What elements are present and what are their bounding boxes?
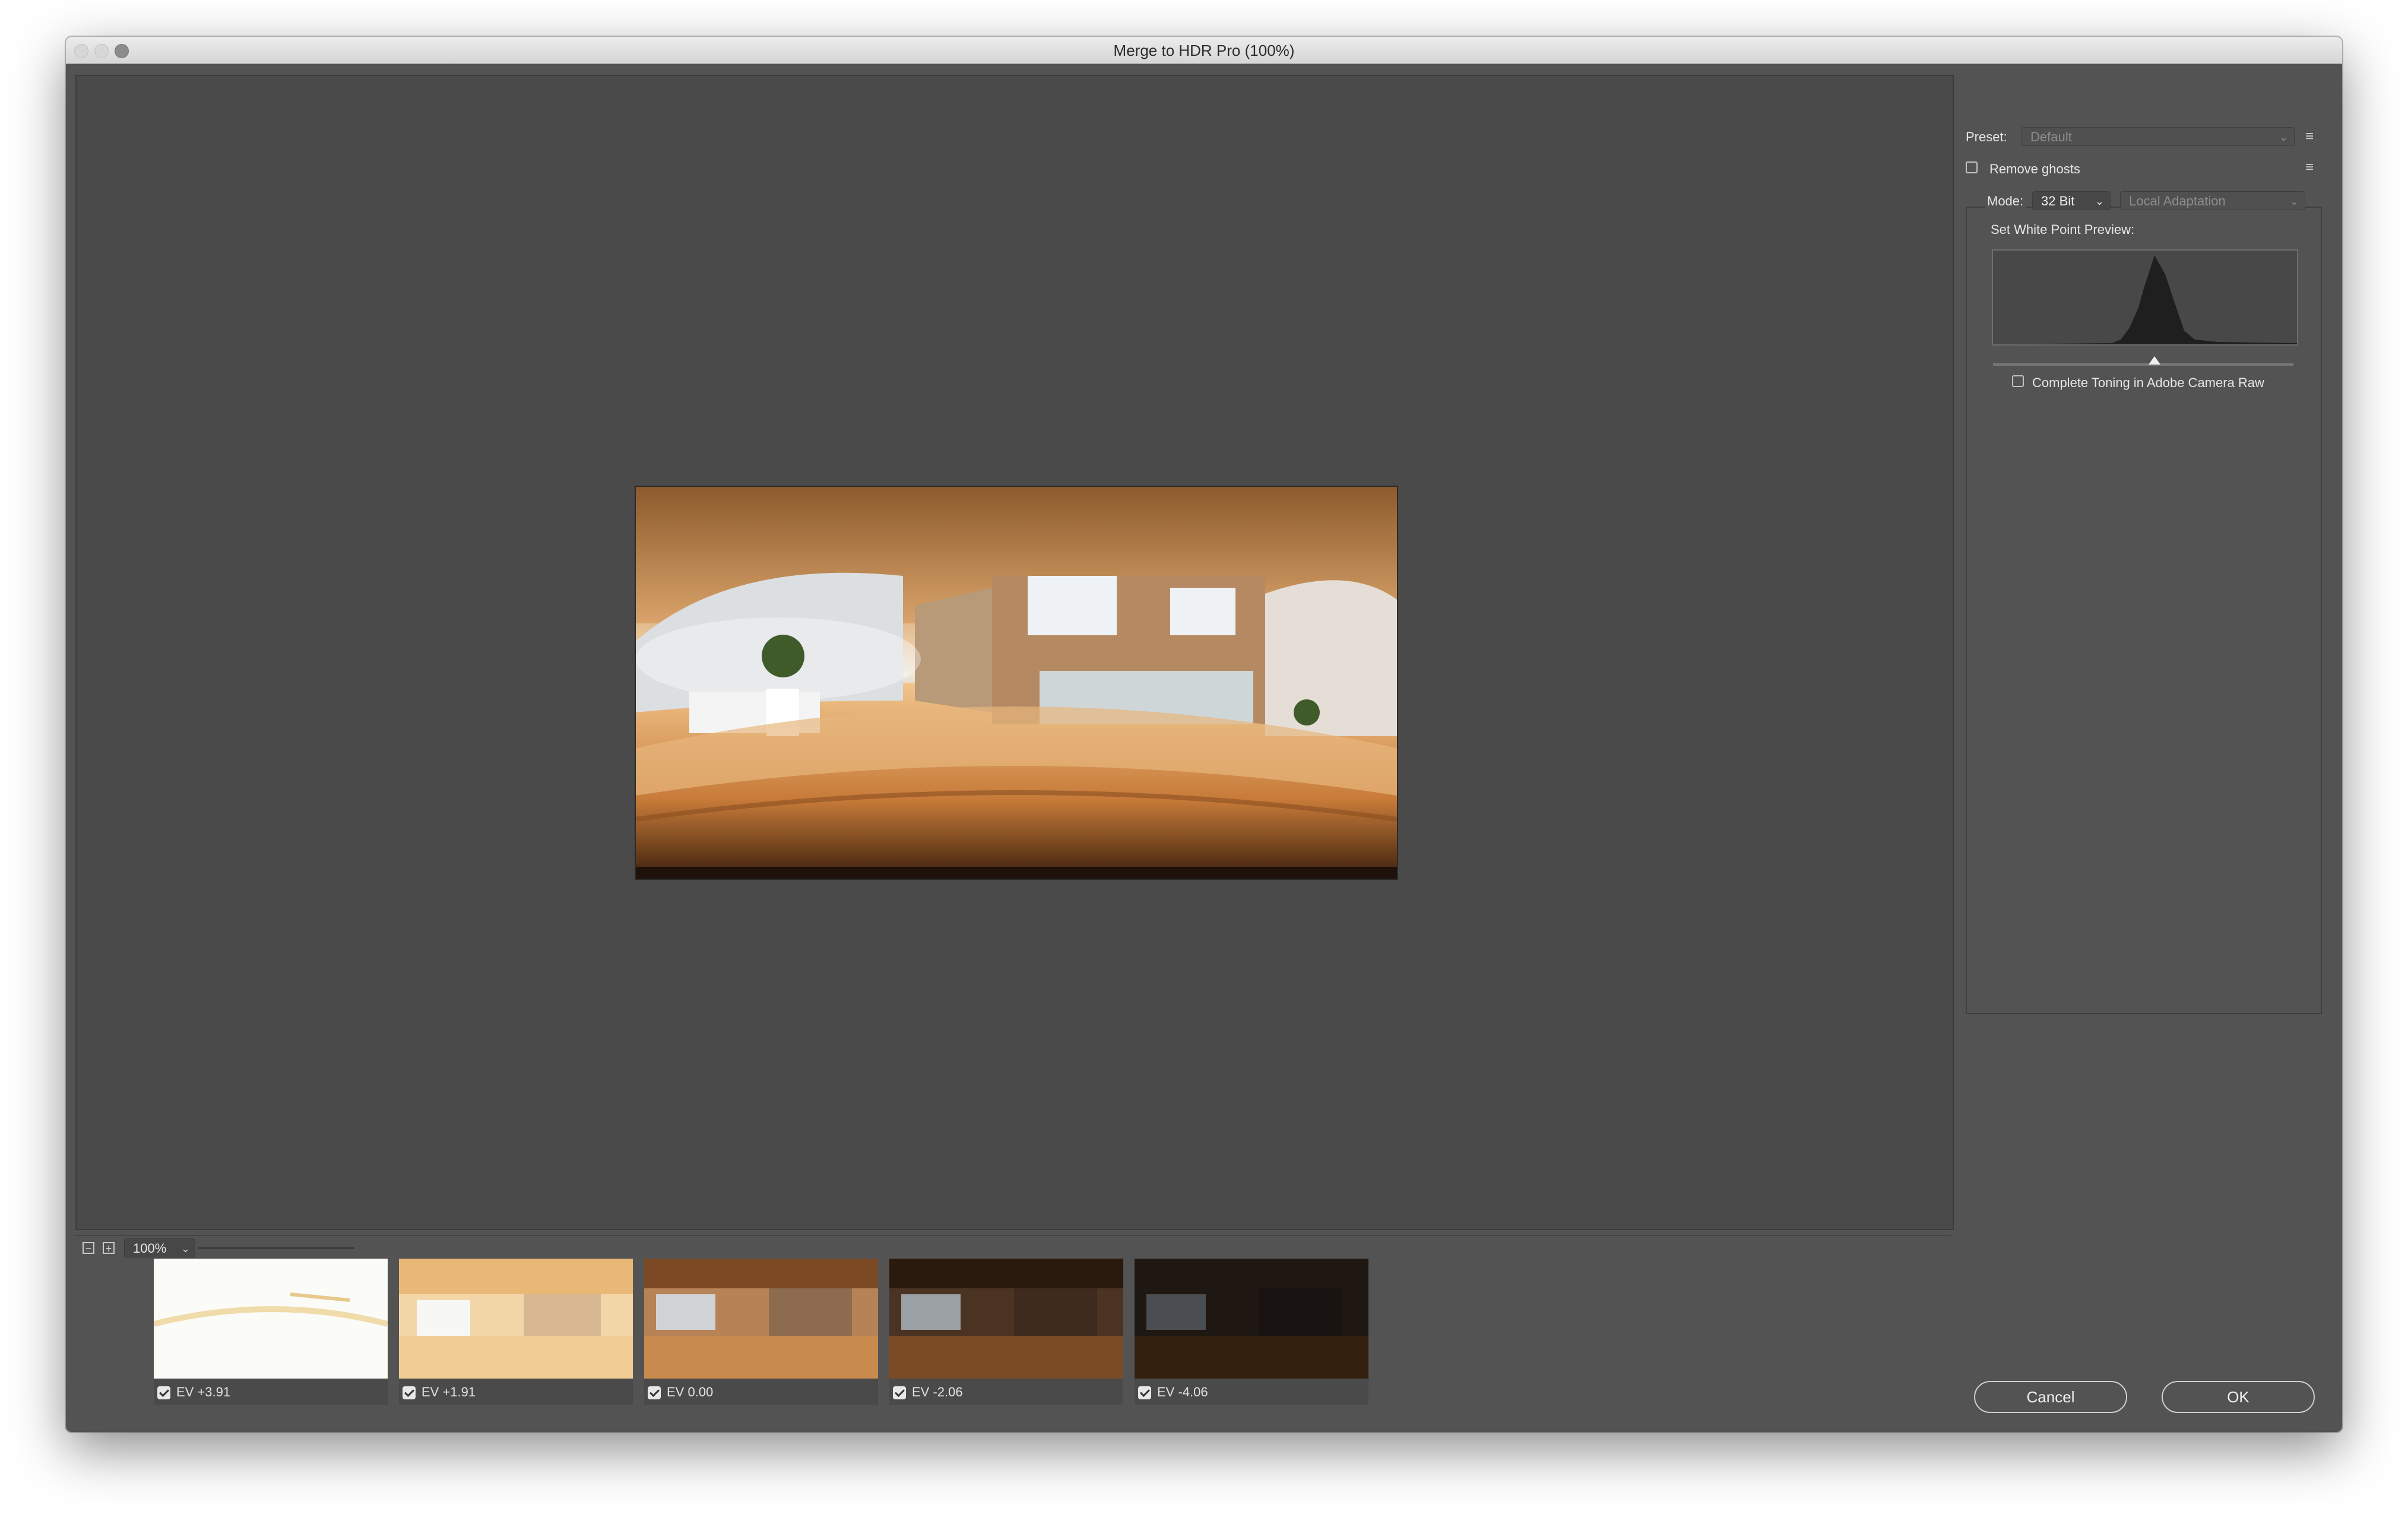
cancel-button[interactable]: Cancel [1974, 1381, 2127, 1413]
exposure-label: EV 0.00 [667, 1385, 714, 1399]
window-title: Merge to HDR Pro (100%) [1113, 42, 1295, 59]
tone-method-select[interactable]: Local Adaptation ⌄ [2120, 191, 2305, 210]
include-image-checkbox[interactable] [893, 1386, 906, 1400]
thumbnail-caption: EV 0.00 [648, 1383, 713, 1401]
source-thumbnail-5[interactable]: EV -4.06 [1135, 1259, 1368, 1405]
complete-toning-label: Complete Toning in Adobe Camera Raw [2032, 375, 2264, 390]
mode-options-group: Mode: 32 Bit ⌄ Local Adaptation ⌄ Set Wh… [1966, 191, 2322, 1014]
histogram-graph [1993, 255, 2297, 344]
include-image-checkbox[interactable] [157, 1386, 170, 1400]
source-thumbnail-3[interactable]: EV 0.00 [644, 1259, 878, 1405]
thumbnail-image [399, 1259, 633, 1379]
white-point-label: Set White Point Preview: [1991, 222, 2135, 237]
white-point-slider[interactable] [1993, 363, 2293, 366]
thumbnail-image [154, 1259, 388, 1379]
tone-method-value: Local Adaptation [2129, 194, 2226, 208]
preset-label: Preset: [1966, 129, 2007, 144]
remove-ghosts-checkbox[interactable] [1966, 161, 1978, 173]
thumbnail-caption: EV +1.91 [403, 1383, 476, 1401]
source-thumbnail-4[interactable]: EV -2.06 [889, 1259, 1123, 1405]
thumbnail-image [889, 1259, 1123, 1379]
exposure-label: EV +3.91 [176, 1385, 231, 1399]
exposure-label: EV +1.91 [422, 1385, 476, 1399]
hdr-settings-panel: Preset: Default ⌄ ≡ Remove ghosts ≡ Mode… [1966, 75, 2334, 1417]
thumbnail-caption: EV -2.06 [893, 1383, 963, 1401]
preset-value: Default [2030, 129, 2072, 144]
thumbnail-caption: EV -4.06 [1138, 1383, 1208, 1401]
mode-label: Mode: [1985, 194, 2026, 209]
preset-menu-icon[interactable]: ≡ [2305, 129, 2314, 144]
preview-area [75, 75, 1954, 1230]
source-images-filmstrip: EV +3.91 EV +1.91 EV 0.00 EV -2.06 EV -4… [75, 1235, 1951, 1420]
panel-menu-icon[interactable]: ≡ [2305, 160, 2314, 175]
include-image-checkbox[interactable] [403, 1386, 416, 1400]
thumbnail-image [644, 1259, 878, 1379]
ok-button[interactable]: OK [2162, 1381, 2315, 1413]
hdr-preview-artwork [636, 487, 1397, 879]
merge-to-hdr-dialog: Merge to HDR Pro (100%) − + 100% ⌄ EV +3… [66, 37, 2342, 1432]
source-thumbnail-1[interactable]: EV +3.91 [154, 1259, 388, 1405]
complete-toning-checkbox[interactable] [2012, 375, 2024, 387]
bit-depth-select[interactable]: 32 Bit ⌄ [2032, 191, 2111, 210]
thumbnail-image [1135, 1259, 1368, 1379]
chevron-down-icon: ⌄ [2279, 131, 2288, 143]
thumbnail-caption: EV +3.91 [157, 1383, 230, 1401]
chevron-down-icon: ⌄ [2095, 195, 2104, 207]
white-point-slider-thumb[interactable] [2149, 356, 2160, 365]
bit-depth-value: 32 Bit [2041, 194, 2075, 208]
include-image-checkbox[interactable] [648, 1386, 661, 1400]
preset-select[interactable]: Default ⌄ [2022, 127, 2295, 146]
exposure-label: EV -4.06 [1157, 1385, 1208, 1399]
remove-ghosts-label: Remove ghosts [1989, 161, 2080, 176]
chevron-down-icon: ⌄ [2289, 195, 2299, 207]
hdr-preview-image [635, 486, 1398, 880]
exposure-label: EV -2.06 [912, 1385, 963, 1399]
source-thumbnail-2[interactable]: EV +1.91 [399, 1259, 633, 1405]
include-image-checkbox[interactable] [1138, 1386, 1151, 1400]
title-bar: Merge to HDR Pro (100%) [66, 37, 2342, 64]
white-point-histogram [1992, 249, 2298, 346]
